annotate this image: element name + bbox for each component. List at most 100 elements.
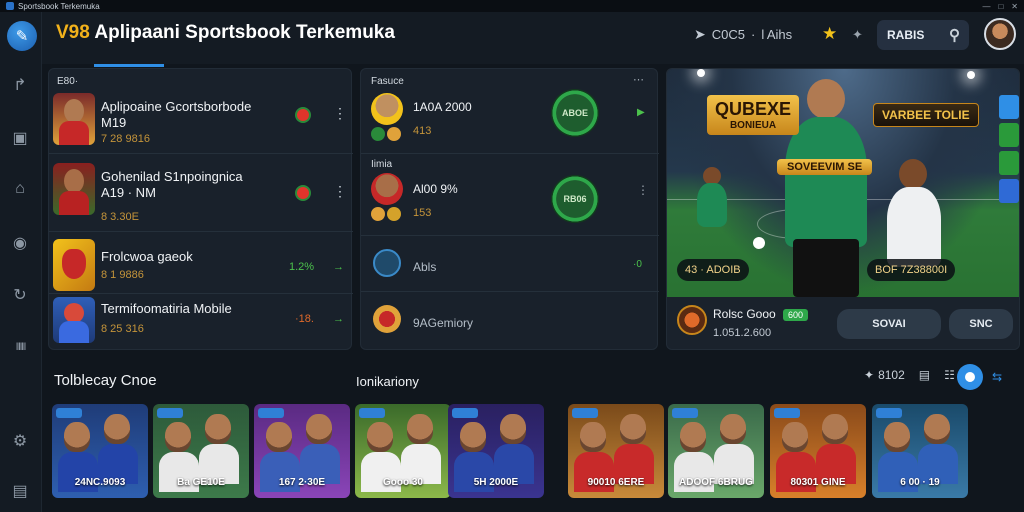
match-title: Al00 9% xyxy=(413,182,458,196)
page-title: V98 Aplipaani Sportsbook Terkemuka xyxy=(56,22,395,44)
player-head xyxy=(500,414,526,444)
card-tag-icon xyxy=(672,408,698,418)
search-icon[interactable]: ⚲ xyxy=(949,26,960,44)
match-score: 153 xyxy=(413,207,432,219)
redirect-icon[interactable]: ↱ xyxy=(9,74,31,96)
close-icon[interactable]: ✕ xyxy=(1011,2,1018,11)
player-head xyxy=(266,422,292,452)
hero-promo[interactable]: QUBEXE BONIEUA VARBEE TOLIE SOVEEVIM SE … xyxy=(666,68,1020,350)
match-item[interactable]: 1A0A 2000 413 ABOE ▶ xyxy=(361,89,659,155)
side-tab-icon[interactable] xyxy=(999,179,1019,203)
gear-icon[interactable]: ⚙ xyxy=(9,430,31,452)
window-controls: — □ ✕ xyxy=(982,2,1018,11)
game-thumbnail xyxy=(53,297,95,343)
toggle-view-button[interactable] xyxy=(957,364,983,390)
player-card[interactable]: 80301 GINE xyxy=(770,404,866,498)
filter-icon[interactable]: ☷ xyxy=(944,368,955,382)
odds-chip[interactable]: BOF 7Z38800I xyxy=(867,259,956,281)
player-avatar xyxy=(371,93,403,125)
player-figure xyxy=(697,183,727,227)
player-head xyxy=(165,422,191,452)
side-tab-icon[interactable] xyxy=(999,151,1019,175)
chat-icon[interactable]: ◉ xyxy=(9,232,31,254)
player-head xyxy=(306,414,332,444)
location-icon[interactable]: ➤ xyxy=(694,26,706,43)
menu-icon[interactable]: ▤ xyxy=(9,480,31,502)
item-count: 8102 xyxy=(878,368,905,382)
grid-icon[interactable]: ▤ xyxy=(919,368,930,382)
minimize-icon[interactable]: — xyxy=(982,2,990,11)
side-tab-icon[interactable] xyxy=(999,123,1019,147)
settings-icon[interactable]: ✦ xyxy=(864,368,874,382)
divider xyxy=(361,291,659,292)
secondary-action-button[interactable]: SNC xyxy=(949,309,1013,339)
more-options-icon[interactable]: ⋮ xyxy=(637,183,649,197)
promo-center-bar: SOVEEVIM SE xyxy=(777,159,873,175)
list-item[interactable]: Aplipoaine Gcortsborbode M19 7 28 9816 ⋮ xyxy=(49,87,353,153)
player-head xyxy=(620,414,646,444)
team-badge-icon xyxy=(371,127,385,141)
status-badge: 600 xyxy=(783,309,809,321)
brand-name: V98 xyxy=(56,22,90,43)
card-tag-icon xyxy=(157,408,183,418)
player-card[interactable]: 90010 6ERE xyxy=(568,404,664,498)
more-options-icon[interactable]: ⋮ xyxy=(333,105,347,122)
app-logo[interactable]: ✎ xyxy=(7,21,37,51)
player-card[interactable]: 6 00 · 19 xyxy=(872,404,968,498)
cards-icon[interactable]: ▣ xyxy=(9,127,31,149)
meta-label: C0C5 xyxy=(711,27,745,42)
team-badge-icon xyxy=(387,127,401,141)
toggle-icon xyxy=(965,372,975,382)
trend-up-icon: → xyxy=(333,313,344,325)
next-icon[interactable]: ⇆ xyxy=(992,370,1002,384)
home-icon[interactable]: ⌂ xyxy=(9,178,31,200)
player-card[interactable]: 24NC.9093 xyxy=(52,404,148,498)
header-meta: ➤ C0C5 · l Aihs xyxy=(694,26,792,43)
list-item[interactable]: Frolcwoa gaeok 8 1 9886 1.2% → xyxy=(49,233,353,299)
player-head xyxy=(367,422,393,452)
card-label: Ba GE10E xyxy=(177,477,225,488)
item-title: Termifoomatiria Mobile xyxy=(101,301,232,316)
stats-icon[interactable]: ⅡⅡⅡ xyxy=(9,336,31,358)
side-tab-icon[interactable] xyxy=(999,95,1019,119)
refresh-icon[interactable]: ↻ xyxy=(9,284,31,306)
odds-chip[interactable]: 43 · ADOIB xyxy=(677,259,749,281)
player-card[interactable]: ADOOF 6BRUG xyxy=(668,404,764,498)
match-score: 413 xyxy=(413,125,432,137)
hero-footer-title: Rolsc Gooo 600 xyxy=(713,307,809,321)
avatar[interactable] xyxy=(984,18,1016,50)
meta-separator: · xyxy=(750,27,756,42)
primary-action-button[interactable]: SOVAI xyxy=(837,309,941,339)
player-card[interactable]: Ba GE10E xyxy=(153,404,249,498)
card-tag-icon xyxy=(774,408,800,418)
arrow-right-icon[interactable]: ▶ xyxy=(637,107,645,118)
player-card[interactable]: Gooo 30 xyxy=(355,404,451,498)
more-horizontal-icon[interactable]: ⋯ xyxy=(633,73,644,86)
list-item[interactable]: Termifoomatiria Mobile 8 25 316 ·18. → xyxy=(49,291,353,349)
browser-tab-title[interactable]: Sportsbook Terkemuka xyxy=(18,2,100,11)
window-titlebar: Sportsbook Terkemuka — □ ✕ xyxy=(0,0,1024,12)
player-card[interactable]: 167 2·30E xyxy=(254,404,350,498)
more-options-icon[interactable]: ⋮ xyxy=(333,183,347,200)
match-item[interactable]: 9AGemiory xyxy=(361,295,659,345)
header-action-button[interactable]: RABIS ⚲ xyxy=(877,20,969,50)
item-subtitle: 7 28 9816 xyxy=(101,133,150,145)
player-card[interactable]: 5H 2000E xyxy=(448,404,544,498)
player-head xyxy=(680,422,706,452)
player-figure xyxy=(785,117,867,247)
player-head xyxy=(720,414,746,444)
club-emblem-icon xyxy=(677,305,707,335)
pin-icon[interactable]: ✦ xyxy=(852,27,863,43)
match-item[interactable]: Abls ·0 xyxy=(361,239,659,287)
trophy-icon[interactable]: ★ xyxy=(822,24,837,44)
list-item[interactable]: Gohenilad S1npoingnica A19 · NM 8 3.30E ⋮ xyxy=(49,157,353,223)
match-item[interactable]: Al00 9% 153 RB06 ⋮ xyxy=(361,169,659,235)
divider xyxy=(361,153,659,154)
player-figure xyxy=(807,79,845,119)
matches-panel: Fasuce ⋯ 1A0A 2000 413 ABOE ▶ Iimia Al00… xyxy=(360,68,659,350)
maximize-icon[interactable]: □ xyxy=(998,2,1003,11)
games-list-panel: E80· Aplipoaine Gcortsborbode M19 7 28 98… xyxy=(48,68,353,350)
player-head xyxy=(822,414,848,444)
trend-up-icon: → xyxy=(333,261,344,273)
divider xyxy=(49,231,353,232)
